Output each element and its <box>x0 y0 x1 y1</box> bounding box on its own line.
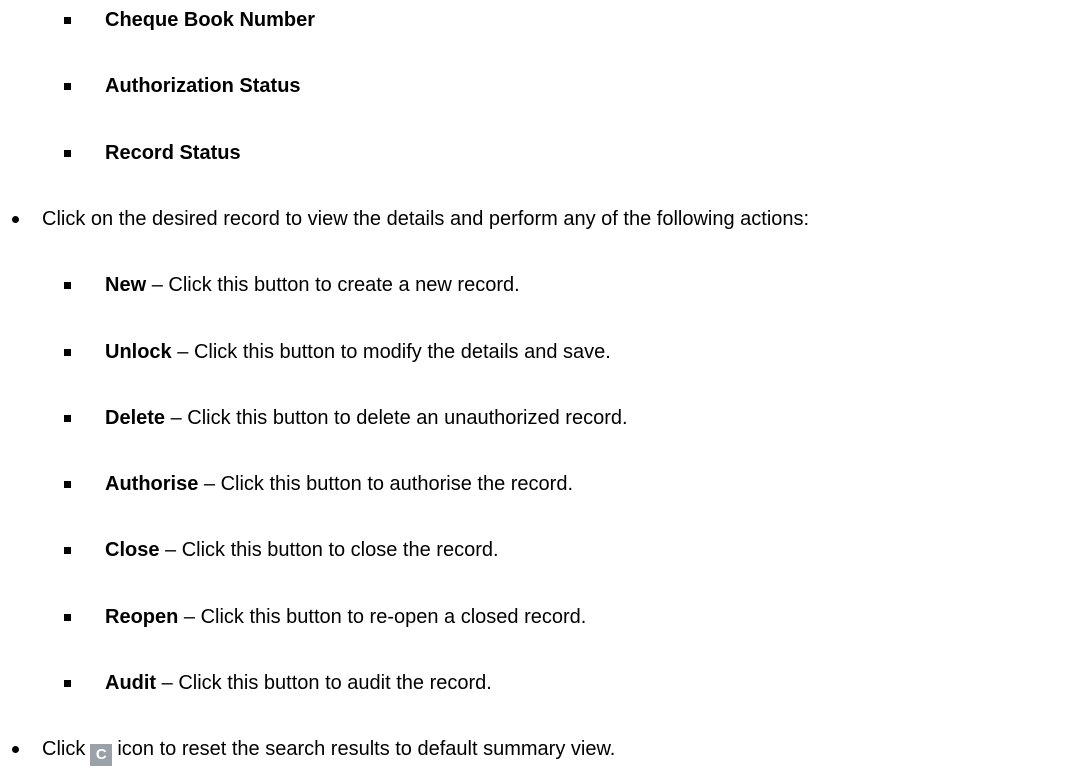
reset-instruction: Click Cicon to reset the search results t… <box>42 736 615 766</box>
action-name: Delete <box>105 407 166 429</box>
action-description: Click this button to re-open a closed re… <box>200 606 587 628</box>
action-name: New <box>105 274 147 296</box>
action-description: Click this button to authorise the recor… <box>220 473 573 495</box>
square-bullet-icon <box>64 547 71 554</box>
square-bullet-icon <box>64 481 71 488</box>
action-description: Click this button to audit the record. <box>178 672 492 694</box>
round-bullet-icon <box>12 746 19 753</box>
square-bullet-icon <box>64 282 71 289</box>
action-name: Unlock <box>105 341 172 363</box>
round-bullet-icon <box>12 216 19 223</box>
action-description: Click this button to close the record. <box>181 539 499 561</box>
square-bullet-icon <box>64 614 71 621</box>
square-bullet-icon <box>64 150 71 157</box>
action-name: Audit <box>105 672 157 694</box>
square-bullet-icon <box>64 415 71 422</box>
criteria-label: Record Status <box>105 142 241 164</box>
reset-icon[interactable]: C <box>90 744 113 766</box>
action-description: Click this button to delete an unauthori… <box>187 407 628 429</box>
square-bullet-icon <box>64 349 71 356</box>
action-description: Click this button to modify the details … <box>193 341 611 363</box>
action-name: Reopen <box>105 606 179 628</box>
criteria-label: Authorization Status <box>105 75 301 97</box>
action-name: Close <box>105 539 160 561</box>
action-description: Click this button to create a new record… <box>168 274 520 296</box>
square-bullet-icon <box>64 680 71 687</box>
action-name: Authorise <box>105 473 199 495</box>
criteria-label: Cheque Book Number <box>105 9 316 31</box>
record-instruction: Click on the desired record to view the … <box>42 208 810 230</box>
square-bullet-icon <box>64 83 71 90</box>
square-bullet-icon <box>64 17 71 24</box>
